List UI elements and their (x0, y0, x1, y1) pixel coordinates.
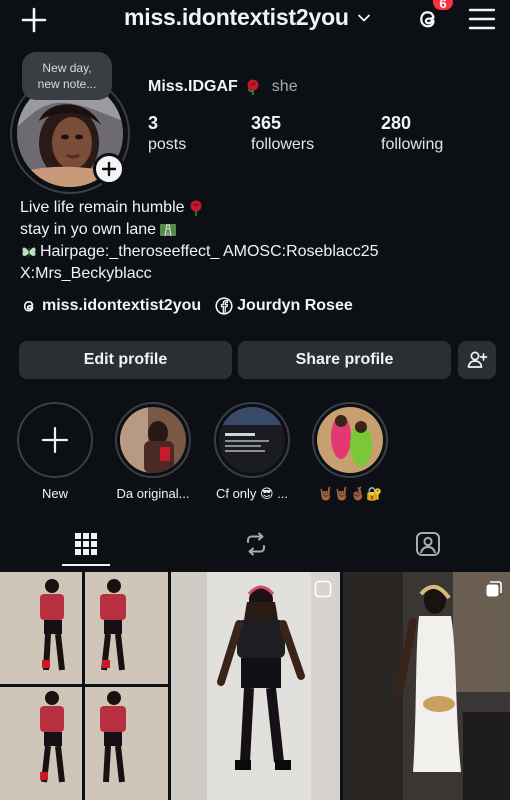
display-name-row: Miss.IDGAF she (148, 78, 298, 96)
following-stat[interactable]: 280 following (381, 113, 443, 154)
followers-count: 365 (251, 113, 282, 133)
threads-icon (23, 300, 34, 312)
tab-tagged[interactable] (408, 524, 448, 564)
butterfly-emoji-icon (22, 247, 36, 257)
bio-line-3: Hairpage:_theroseeffect_ AMOSC:Roseblacc… (40, 243, 379, 260)
edit-profile-button[interactable]: Edit profile (19, 341, 232, 379)
bio-line: Live life remain humble (20, 197, 379, 219)
motorway-emoji-icon (160, 223, 177, 237)
note-text: New day, new note... (37, 61, 97, 91)
add-person-icon (467, 351, 488, 368)
plus-icon[interactable] (18, 4, 50, 36)
facebook-link-text: Jourdyn Rosee (237, 297, 353, 314)
following-count: 280 (381, 113, 412, 133)
username: miss.idontextist2you (124, 4, 349, 30)
tab-reposts[interactable] (236, 524, 276, 564)
highlight-label: New (41, 486, 68, 501)
pronoun: she (271, 78, 298, 95)
highlight-cf-only[interactable]: Cf only 😎 ... (212, 402, 292, 502)
highlight-ring (214, 402, 290, 478)
posts-stat[interactable]: 3 posts (148, 113, 186, 154)
highlight-cover (317, 407, 383, 473)
posts-count: 3 (148, 113, 159, 133)
followers-stat[interactable]: 365 followers (251, 113, 314, 154)
rose-emoji-icon (190, 200, 202, 216)
highlight-hands[interactable]: 🤘🏾🤘🏾🤞🏾🔐 (310, 402, 390, 502)
bio-line-2: stay in yo own lane (20, 221, 157, 238)
highlight-da-original[interactable]: Da original... (113, 402, 193, 501)
add-person-button[interactable] (458, 341, 496, 379)
facebook-icon (215, 297, 233, 315)
hamburger-menu-icon[interactable] (468, 6, 496, 32)
active-tab-indicator (62, 564, 110, 566)
profile-links: miss.idontextist2you Jourdyn Rosee (20, 297, 353, 315)
bio-line: stay in yo own lane (20, 219, 379, 241)
highlight-label: Cf only 😎 ... (215, 486, 289, 501)
share-profile-button[interactable]: Share profile (238, 341, 451, 379)
rose-emoji-icon (247, 79, 259, 95)
highlight-ring (17, 402, 93, 478)
chevron-down-icon (357, 14, 370, 21)
post-thumbnail[interactable] (0, 572, 168, 800)
highlight-label: 🤘🏾🤘🏾🤞🏾🔐 (317, 486, 383, 501)
tagged-icon (416, 532, 440, 556)
note-bubble[interactable]: New day, new note... (22, 52, 112, 100)
bio-line: Hairpage:_theroseeffect_ AMOSC:Roseblacc… (20, 241, 379, 263)
post-thumbnail[interactable] (171, 572, 340, 800)
highlight-new[interactable]: New (15, 402, 95, 501)
plus-icon (101, 161, 117, 177)
highlight-cover (219, 407, 285, 473)
followers-label: followers (251, 136, 315, 153)
carousel-icon (314, 580, 332, 598)
highlight-label: Da original... (116, 486, 190, 501)
threads-link-text: miss.idontextist2you (42, 297, 202, 314)
grid-icon (75, 533, 97, 555)
post-thumbnail[interactable] (343, 572, 510, 800)
following-label: following (381, 136, 444, 153)
facebook-link[interactable]: Jourdyn Rosee (215, 297, 353, 315)
add-story-button[interactable] (93, 153, 125, 185)
username-switcher[interactable]: miss.idontextist2you (124, 4, 371, 31)
reposts-icon (247, 532, 265, 556)
bio-line: X:Mrs_Beckyblacc (20, 263, 379, 285)
profile-tabs (0, 524, 510, 568)
bio-line-4: X:Mrs_Beckyblacc (20, 265, 152, 282)
bio: Live life remain humble stay in yo own l… (20, 197, 379, 285)
highlight-ring (312, 402, 388, 478)
display-name: Miss.IDGAF (148, 78, 238, 95)
bio-line-1: Live life remain humble (20, 199, 185, 216)
highlight-cover (120, 407, 186, 473)
carousel-icon (486, 581, 502, 597)
threads-link[interactable]: miss.idontextist2you (20, 297, 201, 315)
plus-icon (41, 426, 69, 454)
posts-label: posts (148, 136, 187, 153)
notification-badge: 6 (431, 0, 455, 12)
highlight-ring (115, 402, 191, 478)
posts-grid (0, 572, 510, 800)
tab-posts-grid[interactable] (66, 524, 106, 564)
top-bar: miss.idontextist2you 6 (0, 0, 510, 40)
